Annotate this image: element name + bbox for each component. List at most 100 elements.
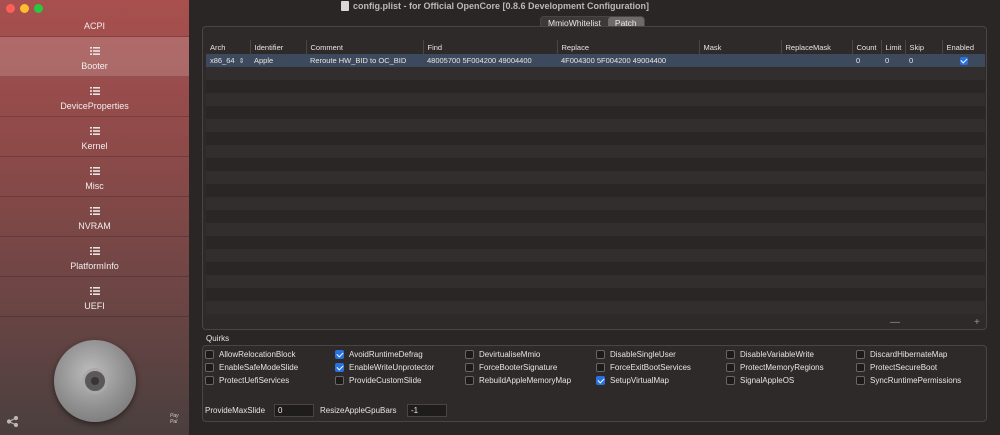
quirk-checkbox[interactable] xyxy=(335,376,344,385)
quirk-label: SyncRuntimePermissions xyxy=(870,376,962,385)
list-icon xyxy=(89,287,100,295)
resize-gpu-bars-field[interactable]: -1 xyxy=(407,404,447,417)
empty-table-row xyxy=(206,197,985,210)
sidebar-item-nvram[interactable]: NVRAM xyxy=(0,197,189,237)
quirk-checkbox[interactable] xyxy=(465,376,474,385)
sidebar-item-platforminfo[interactable]: PlatformInfo xyxy=(0,237,189,277)
arch-popup-chevron-icon[interactable]: ⇕ xyxy=(239,58,245,65)
empty-cell xyxy=(206,184,985,197)
comment-cell[interactable]: Reroute HW_BID to OC_BID xyxy=(306,54,423,67)
empty-cell xyxy=(206,80,985,93)
quirk-checkbox[interactable] xyxy=(596,363,605,372)
remove-row-button[interactable]: — xyxy=(890,317,900,328)
empty-cell xyxy=(206,236,985,249)
quirk-item-setupvirtualmap[interactable]: SetupVirtualMap xyxy=(596,376,669,385)
quirk-item-avoidruntimedefrag[interactable]: AvoidRuntimeDefrag xyxy=(335,350,423,359)
quirk-checkbox[interactable] xyxy=(205,363,214,372)
sidebar-item-kernel[interactable]: Kernel xyxy=(0,117,189,157)
quirk-checkbox[interactable] xyxy=(465,350,474,359)
quirk-label: DisableVariableWrite xyxy=(740,350,814,359)
quirk-item-protectsecureboot[interactable]: ProtectSecureBoot xyxy=(856,363,937,372)
quirk-label: ForceExitBootServices xyxy=(610,363,691,372)
column-header-comment[interactable]: Comment xyxy=(306,40,424,54)
column-header-skip[interactable]: Skip xyxy=(905,40,943,54)
empty-table-row xyxy=(206,301,985,314)
quirk-checkbox[interactable] xyxy=(205,376,214,385)
column-header-replace[interactable]: Replace xyxy=(557,40,700,54)
quirk-item-discardhibernatemap[interactable]: DiscardHibernateMap xyxy=(856,350,947,359)
column-header-identifier[interactable]: Identifier xyxy=(250,40,307,54)
quirk-item-disablevariablewrite[interactable]: DisableVariableWrite xyxy=(726,350,814,359)
quirk-item-rebuildapplememorymap[interactable]: RebuildAppleMemoryMap xyxy=(465,376,571,385)
quirk-checkbox[interactable] xyxy=(726,376,735,385)
quirk-item-providecustomslide[interactable]: ProvideCustomSlide xyxy=(335,376,421,385)
add-row-button[interactable]: + xyxy=(974,317,980,328)
quirk-checkbox[interactable] xyxy=(726,363,735,372)
quirk-item-signalappleos[interactable]: SignalAppleOS xyxy=(726,376,794,385)
paypal-donate-button[interactable]: Pay Pal xyxy=(170,413,179,425)
sidebar-item-uefi[interactable]: UEFI xyxy=(0,277,189,317)
quirk-checkbox[interactable] xyxy=(465,363,474,372)
enabled-cell[interactable] xyxy=(942,54,985,67)
skip-cell[interactable]: 0 xyxy=(905,54,942,67)
quirk-checkbox[interactable] xyxy=(856,350,865,359)
quirk-item-enablesafemodeslide[interactable]: EnableSafeModeSlide xyxy=(205,363,298,372)
quirk-item-protectmemoryregions[interactable]: ProtectMemoryRegions xyxy=(726,363,824,372)
replacemask-cell[interactable] xyxy=(781,54,852,67)
sidebar-item-deviceproperties[interactable]: DeviceProperties xyxy=(0,77,189,117)
quirk-item-allowrelocationblock[interactable]: AllowRelocationBlock xyxy=(205,350,295,359)
empty-cell xyxy=(206,158,985,171)
column-header-count[interactable]: Count xyxy=(852,40,882,54)
quirk-label: EnableSafeModeSlide xyxy=(219,363,299,372)
empty-table-row xyxy=(206,80,985,93)
resize-gpu-bars-label: ResizeAppleGpuBars xyxy=(320,406,397,415)
quirk-item-disablesingleuser[interactable]: DisableSingleUser xyxy=(596,350,676,359)
quirk-item-devirtualisemmio[interactable]: DevirtualiseMmio xyxy=(465,350,540,359)
sidebar-item-acpi[interactable]: ACPI xyxy=(0,0,189,37)
enabled-checkbox[interactable] xyxy=(959,57,968,65)
mask-cell[interactable] xyxy=(699,54,781,67)
quirk-checkbox[interactable] xyxy=(856,376,865,385)
quirk-checkbox[interactable] xyxy=(335,350,344,359)
column-header-mask[interactable]: Mask xyxy=(699,40,782,54)
quirk-item-enablewriteunprotector[interactable]: EnableWriteUnprotector xyxy=(335,363,434,372)
sidebar-item-label: PlatformInfo xyxy=(70,261,119,271)
limit-cell[interactable]: 0 xyxy=(881,54,905,67)
empty-table-row xyxy=(206,106,985,119)
arch-cell[interactable]: x86_64 ⇕ xyxy=(206,54,250,67)
quirk-item-protectuefiservices[interactable]: ProtectUefiServices xyxy=(205,376,289,385)
column-header-arch[interactable]: Arch xyxy=(206,40,251,54)
empty-table-row xyxy=(206,158,985,171)
count-cell[interactable]: 0 xyxy=(852,54,881,67)
quirk-label: ProtectUefiServices xyxy=(219,376,290,385)
quirk-label: ProvideCustomSlide xyxy=(349,376,422,385)
quirk-checkbox[interactable] xyxy=(596,376,605,385)
sidebar-item-booter[interactable]: Booter xyxy=(0,37,189,77)
quirk-checkbox[interactable] xyxy=(856,363,865,372)
empty-cell xyxy=(206,301,985,314)
quirk-item-forceexitbootservices[interactable]: ForceExitBootServices xyxy=(596,363,691,372)
replace-cell[interactable]: 4F004300 5F004200 49004400 xyxy=(557,54,699,67)
empty-table-row xyxy=(206,236,985,249)
share-icon[interactable] xyxy=(7,416,18,427)
quirk-checkbox[interactable] xyxy=(205,350,214,359)
table-row[interactable]: x86_64 ⇕ Apple Reroute HW_BID to OC_BID 4… xyxy=(206,54,985,67)
window-title: config.plist - for Official OpenCore [0.… xyxy=(353,1,650,11)
find-cell[interactable]: 48005700 5F004200 49004400 xyxy=(423,54,557,67)
quirk-checkbox[interactable] xyxy=(596,350,605,359)
column-header-enabled[interactable]: Enabled xyxy=(942,40,985,54)
quirk-label: ProtectMemoryRegions xyxy=(740,363,824,372)
provide-max-slide-field[interactable]: 0 xyxy=(274,404,314,417)
quirk-checkbox[interactable] xyxy=(335,363,344,372)
column-header-replacemask[interactable]: ReplaceMask xyxy=(781,40,853,54)
quirk-item-forcebootersignature[interactable]: ForceBooterSignature xyxy=(465,363,557,372)
quirk-item-syncruntimepermissions[interactable]: SyncRuntimePermissions xyxy=(856,376,961,385)
sidebar-item-misc[interactable]: Misc xyxy=(0,157,189,197)
empty-cell xyxy=(206,197,985,210)
quirk-checkbox[interactable] xyxy=(726,350,735,359)
identifier-cell[interactable]: Apple xyxy=(250,54,306,67)
column-header-limit[interactable]: Limit xyxy=(881,40,906,54)
column-header-find[interactable]: Find xyxy=(423,40,558,54)
empty-cell xyxy=(206,171,985,184)
quirk-label: EnableWriteUnprotector xyxy=(349,363,435,372)
